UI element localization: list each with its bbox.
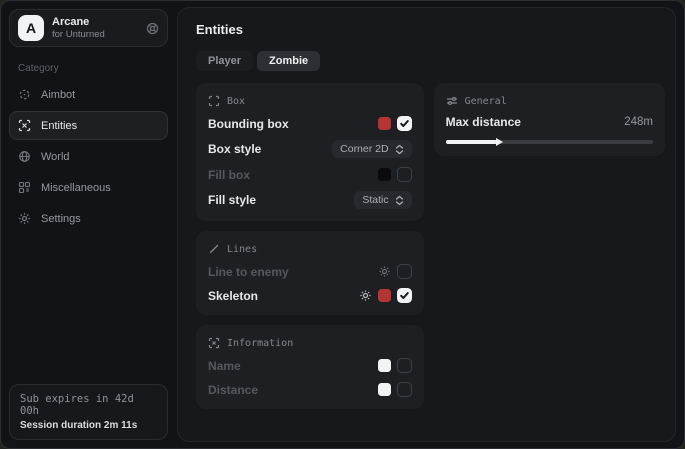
setting-row-distance: Distance	[208, 382, 412, 397]
setting-label: Bounding box	[208, 117, 378, 131]
box-card: Box Bounding box Box style	[196, 83, 424, 221]
sidebar-item-label: World	[41, 151, 70, 163]
app-title: Arcane	[52, 16, 105, 29]
setting-row-skeleton: Skeleton	[208, 288, 412, 303]
grid-icon	[18, 181, 31, 194]
sidebar-item-label: Entities	[41, 120, 77, 132]
line-icon	[208, 243, 220, 255]
sidebar-item-entities[interactable]: Entities	[9, 111, 168, 140]
sidebar-nav: Aimbot Entities World	[9, 80, 168, 233]
max-distance-label: Max distance	[446, 115, 521, 129]
crosshair-icon	[18, 88, 31, 101]
setting-label: Name	[208, 359, 378, 373]
slider-thumb[interactable]	[496, 138, 503, 146]
box-card-title: Box	[227, 96, 245, 107]
information-card: Information Name Distance	[196, 325, 424, 409]
lines-card: Lines Line to enemy	[196, 231, 424, 315]
setting-row-line-to-enemy: Line to enemy	[208, 264, 412, 279]
color-swatch[interactable]	[378, 168, 391, 181]
app-subtitle: for Unturned	[52, 29, 105, 40]
skeleton-settings-gear-icon[interactable]	[359, 289, 372, 302]
general-card: General Max distance 248m	[434, 83, 665, 156]
app-window: A Arcane for Unturned Category A	[0, 0, 685, 449]
app-logo: A	[18, 15, 44, 41]
information-card-title: Information	[227, 338, 293, 349]
sub-expires-text: Sub expires in 42d 00h	[20, 393, 157, 417]
setting-label: Box style	[208, 142, 332, 156]
fill-style-dropdown[interactable]: Static	[354, 191, 411, 209]
sidebar-item-label: Settings	[41, 213, 81, 225]
dropdown-value: Static	[362, 194, 388, 206]
dropdown-value: Corner 2D	[340, 143, 388, 155]
skeleton-checkbox[interactable]	[397, 288, 412, 303]
sidebar-item-miscellaneous[interactable]: Miscellaneous	[9, 173, 168, 202]
setting-row-fill-style: Fill style Static	[208, 191, 412, 209]
setting-label: Distance	[208, 383, 378, 397]
line-settings-gear-icon[interactable]	[378, 265, 391, 278]
max-distance-value: 248m	[624, 116, 653, 128]
sidebar: A Arcane for Unturned Category A	[1, 1, 176, 448]
page-title: Entities	[196, 22, 665, 37]
chevrons-up-down-icon	[395, 195, 404, 206]
box-scan-icon	[208, 95, 220, 107]
setting-row-fill-box: Fill box	[208, 167, 412, 182]
color-swatch[interactable]	[378, 117, 391, 130]
sidebar-item-label: Miscellaneous	[41, 182, 111, 194]
category-label: Category	[18, 63, 168, 74]
color-swatch[interactable]	[378, 289, 391, 302]
color-swatch[interactable]	[378, 359, 391, 372]
tab-player[interactable]: Player	[196, 51, 253, 71]
tab-zombie[interactable]: Zombie	[257, 51, 320, 71]
sidebar-item-world[interactable]: World	[9, 142, 168, 171]
box-style-dropdown[interactable]: Corner 2D	[332, 140, 411, 158]
sliders-icon	[446, 95, 458, 107]
sidebar-item-settings[interactable]: Settings	[9, 204, 168, 233]
sidebar-item-aimbot[interactable]: Aimbot	[9, 80, 168, 109]
max-distance-slider[interactable]	[446, 140, 653, 144]
name-checkbox[interactable]	[397, 358, 412, 373]
color-swatch[interactable]	[378, 383, 391, 396]
setting-label: Fill style	[208, 193, 354, 207]
distance-checkbox[interactable]	[397, 382, 412, 397]
info-scan-icon	[208, 337, 220, 349]
brand-card: A Arcane for Unturned	[9, 9, 168, 47]
entity-tabs: Player Zombie	[196, 51, 665, 71]
slider-fill	[446, 140, 498, 144]
setting-row-name: Name	[208, 358, 412, 373]
setting-label: Fill box	[208, 168, 378, 182]
sidebar-item-label: Aimbot	[41, 89, 75, 101]
setting-label: Line to enemy	[208, 265, 378, 279]
lines-card-title: Lines	[227, 244, 257, 255]
chevrons-up-down-icon	[395, 144, 404, 155]
globe-icon	[18, 150, 31, 163]
general-card-title: General	[465, 96, 507, 107]
entities-icon	[18, 119, 31, 132]
main-panel: Entities Player Zombie Box	[177, 7, 676, 442]
lifebuoy-icon[interactable]	[146, 22, 159, 35]
line-to-enemy-checkbox[interactable]	[397, 264, 412, 279]
fill-box-checkbox[interactable]	[397, 167, 412, 182]
setting-row-box-style: Box style Corner 2D	[208, 140, 412, 158]
session-duration-text: Session duration 2m 11s	[20, 420, 157, 431]
subscription-card: Sub expires in 42d 00h Session duration …	[9, 384, 168, 440]
gear-icon	[18, 212, 31, 225]
setting-row-bounding-box: Bounding box	[208, 116, 412, 131]
bounding-box-checkbox[interactable]	[397, 116, 412, 131]
setting-label: Skeleton	[208, 289, 359, 303]
